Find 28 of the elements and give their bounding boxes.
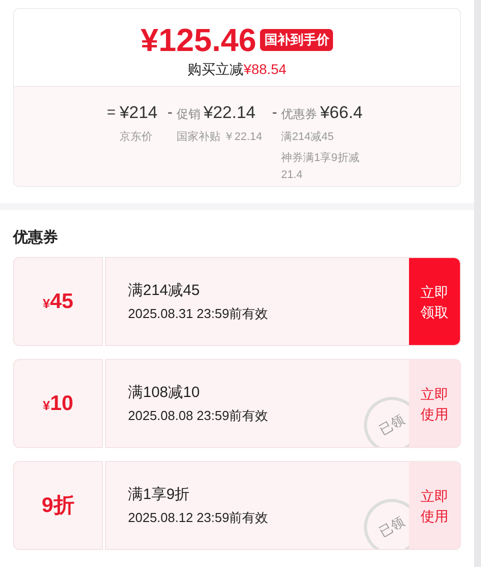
price-badge: 国补到手价 <box>260 29 334 51</box>
breakdown-amount: ¥214 <box>120 102 158 124</box>
coupon-action-button[interactable]: 立即使用 <box>409 462 460 549</box>
breakdown-amount: ¥66.4 <box>320 102 363 124</box>
breakdown-label: 优惠券 <box>281 106 318 123</box>
breakdown-note: 京东价 <box>120 130 154 145</box>
final-price: ¥125.46 <box>140 21 256 59</box>
breakdown-amount: ¥22.14 <box>204 102 256 124</box>
operator: - <box>168 103 172 123</box>
operator: = <box>106 103 116 123</box>
breakdown-note: 神券满1享9折减21.4 <box>281 150 360 183</box>
breakdown-label: 促销 <box>176 106 200 123</box>
saving-text: 购买立减¥88.54 <box>188 60 286 79</box>
breakdown-note: 满214减45 <box>281 130 335 145</box>
coupon-action-button[interactable]: 立即使用 <box>409 360 460 447</box>
section-title: 优惠券 <box>13 228 59 248</box>
coupon-validity: 2025.08.12 23:59前有效 <box>128 509 268 527</box>
coupon-action-button[interactable]: 立即领取 <box>409 258 460 345</box>
coupon-title: 满108减10 <box>128 382 200 402</box>
breakdown-note: 国家补贴 ￥22.14 <box>176 130 262 145</box>
coupon-validity: 2025.08.08 23:59前有效 <box>128 407 268 425</box>
coupon-validity: 2025.08.31 23:59前有效 <box>128 305 268 323</box>
coupon-value: 9折 <box>42 492 74 519</box>
operator: - <box>272 103 278 123</box>
coupon-title: 满214减45 <box>128 280 200 300</box>
coupon-value: ¥45 <box>42 288 74 315</box>
coupon-title: 满1享9折 <box>128 484 190 504</box>
coupon-value: ¥10 <box>42 390 74 417</box>
